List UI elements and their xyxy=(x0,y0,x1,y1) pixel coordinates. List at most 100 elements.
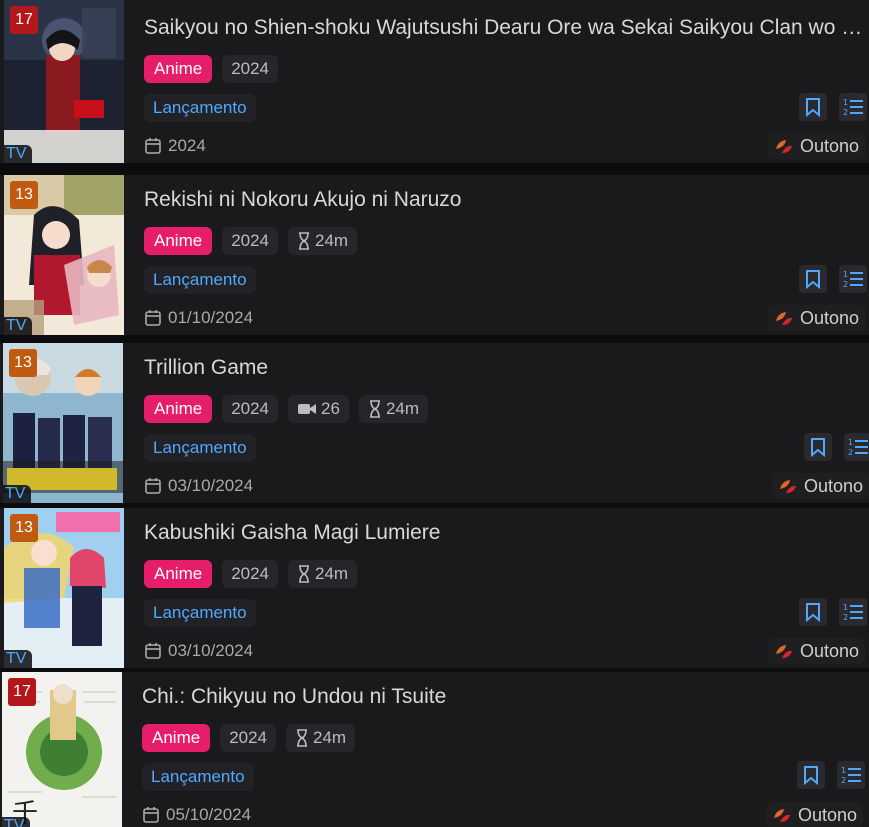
bookmark-icon xyxy=(806,270,820,289)
list-numbered-icon: 12 xyxy=(848,438,868,457)
media-type-label: TV xyxy=(3,485,32,503)
add-to-list-button[interactable]: 12 xyxy=(839,265,867,293)
duration-badge: 24m xyxy=(288,560,358,588)
bookmark-icon xyxy=(806,98,820,117)
release-date: 03/10/2024 xyxy=(144,476,253,496)
svg-text:1: 1 xyxy=(843,98,848,107)
hourglass-icon xyxy=(299,565,310,583)
autumn-leaf-icon xyxy=(775,312,792,325)
calendar-icon xyxy=(145,310,161,326)
anime-card[interactable]: 17 TV Saikyou no Shien-shoku Wajutsushi … xyxy=(0,0,869,163)
duration-badge: 24m xyxy=(286,724,356,752)
list-numbered-icon: 12 xyxy=(841,766,861,785)
hourglass-icon xyxy=(369,400,380,418)
autumn-leaf-icon xyxy=(775,140,792,153)
duration-badge: 24m xyxy=(358,395,429,423)
anime-title[interactable]: Kabushiki Gaisha Magi Lumiere xyxy=(144,521,865,545)
svg-text:2: 2 xyxy=(848,448,853,457)
age-rating-badge: 13 xyxy=(10,181,38,209)
list-numbered-icon: 12 xyxy=(843,603,863,622)
status-badge: Lançamento xyxy=(144,266,256,294)
category-badge: Anime xyxy=(142,724,211,752)
duration-badge: 24m xyxy=(288,227,358,255)
bookmark-icon xyxy=(806,603,820,622)
status-badge: Lançamento xyxy=(142,763,254,791)
season-badge: Outono xyxy=(765,802,863,827)
svg-text:1: 1 xyxy=(843,603,848,612)
video-camera-icon xyxy=(298,404,317,414)
year-badge: 2024 xyxy=(222,227,279,255)
season-badge: Outono xyxy=(767,133,865,159)
list-numbered-icon: 12 xyxy=(843,98,863,117)
calendar-icon xyxy=(145,478,161,494)
add-to-list-button[interactable]: 12 xyxy=(837,761,865,789)
svg-text:2: 2 xyxy=(841,776,846,785)
add-to-list-button[interactable]: 12 xyxy=(839,598,867,626)
media-type-label: TV xyxy=(2,817,31,827)
poster-image[interactable]: 13 TV xyxy=(3,343,123,503)
season-badge: Outono xyxy=(767,305,865,331)
svg-text:1: 1 xyxy=(841,766,846,775)
svg-text:1: 1 xyxy=(848,438,853,447)
bookmark-icon xyxy=(804,766,818,785)
release-date: 03/10/2024 xyxy=(144,641,253,661)
svg-text:2: 2 xyxy=(843,108,848,117)
anime-card[interactable]: 13 TV Kabushiki Gaisha Magi Lumiere Anim… xyxy=(0,508,869,668)
bookmark-button[interactable] xyxy=(797,761,825,789)
year-badge: 2024 xyxy=(220,724,277,752)
autumn-leaf-icon xyxy=(773,809,790,822)
season-badge: Outono xyxy=(767,638,865,664)
list-numbered-icon: 12 xyxy=(843,270,863,289)
hourglass-icon xyxy=(297,729,308,747)
status-badge: Lançamento xyxy=(144,599,256,627)
svg-text:1: 1 xyxy=(843,270,848,279)
release-date: 2024 xyxy=(144,136,206,156)
bookmark-button[interactable] xyxy=(804,433,832,461)
category-badge: Anime xyxy=(144,560,213,588)
bookmark-button[interactable] xyxy=(799,265,827,293)
age-rating-badge: 13 xyxy=(9,349,37,377)
autumn-leaf-icon xyxy=(779,480,796,493)
year-badge: 2024 xyxy=(222,560,279,588)
poster-image[interactable]: 千 17 TV xyxy=(2,672,122,827)
anime-title[interactable]: Trillion Game xyxy=(144,356,865,380)
year-badge: 2024 xyxy=(222,395,279,423)
calendar-icon xyxy=(143,807,159,823)
anime-title[interactable]: Saikyou no Shien-shoku Wajutsushi Dearu … xyxy=(144,16,865,40)
category-badge: Anime xyxy=(144,55,213,83)
media-type-label: TV xyxy=(4,145,33,163)
anime-card[interactable]: 千 17 TV Chi.: Chikyuu no Undou ni Tsuite… xyxy=(0,672,869,827)
age-rating-badge: 13 xyxy=(10,514,38,542)
media-type-label: TV xyxy=(4,317,33,335)
bookmark-button[interactable] xyxy=(799,598,827,626)
hourglass-icon xyxy=(299,232,310,250)
year-badge: 2024 xyxy=(222,55,279,83)
category-badge: Anime xyxy=(144,395,213,423)
svg-text:2: 2 xyxy=(843,613,848,622)
autumn-leaf-icon xyxy=(775,645,792,658)
release-date: 05/10/2024 xyxy=(142,805,251,825)
bookmark-button[interactable] xyxy=(799,93,827,121)
add-to-list-button[interactable]: 12 xyxy=(839,93,867,121)
age-rating-badge: 17 xyxy=(8,678,36,706)
category-badge: Anime xyxy=(144,227,213,255)
calendar-icon xyxy=(145,643,161,659)
poster-image[interactable]: 13 TV xyxy=(4,175,124,335)
media-type-label: TV xyxy=(4,650,33,668)
status-badge: Lançamento xyxy=(144,94,256,122)
anime-title[interactable]: Chi.: Chikyuu no Undou ni Tsuite xyxy=(142,685,865,709)
add-to-list-button[interactable]: 12 xyxy=(844,433,869,461)
anime-list: 17 TV Saikyou no Shien-shoku Wajutsushi … xyxy=(0,0,869,827)
episodes-badge: 26 xyxy=(288,395,349,423)
bookmark-icon xyxy=(811,438,825,457)
svg-text:2: 2 xyxy=(843,280,848,289)
anime-title[interactable]: Rekishi ni Nokoru Akujo ni Naruzo xyxy=(144,188,865,212)
poster-image[interactable]: 17 TV xyxy=(4,0,124,163)
age-rating-badge: 17 xyxy=(10,6,38,34)
season-badge: Outono xyxy=(771,473,869,499)
anime-card[interactable]: 13 TV Rekishi ni Nokoru Akujo ni Naruzo … xyxy=(0,175,869,335)
anime-card[interactable]: 13 TV Trillion Game Anime 2024 26 24m La… xyxy=(0,343,869,503)
poster-image[interactable]: 13 TV xyxy=(4,508,124,668)
release-date: 01/10/2024 xyxy=(144,308,253,328)
status-badge: Lançamento xyxy=(144,434,256,462)
